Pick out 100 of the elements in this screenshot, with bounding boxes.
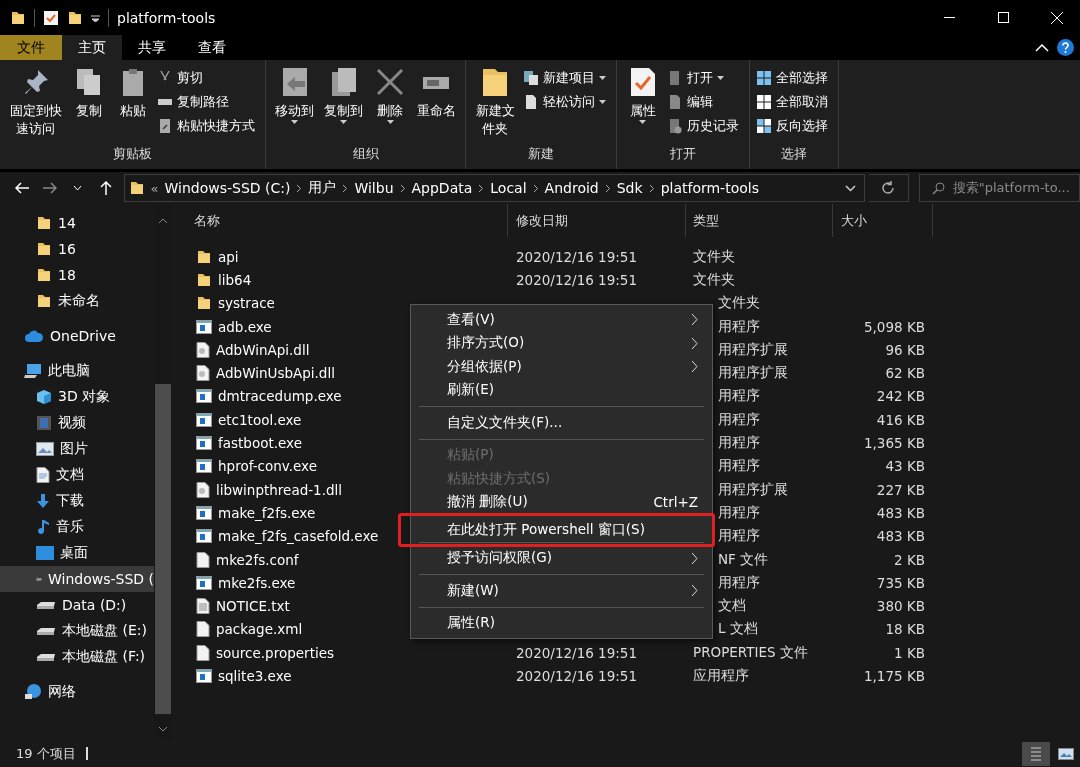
search-field[interactable]: 搜索"platform-to... xyxy=(918,174,1080,202)
menu-item[interactable]: 刷新(E) xyxy=(411,378,712,402)
menu-item[interactable]: 授予访问权限(G) xyxy=(411,546,712,570)
file-name[interactable]: AdbWinUsbApi.dll xyxy=(216,365,335,382)
chevron-right-icon[interactable] xyxy=(648,183,655,193)
column-header[interactable]: 类型 xyxy=(686,204,833,237)
ribbon-button[interactable]: 删除 xyxy=(370,64,411,145)
file-name[interactable]: mke2fs.conf xyxy=(216,551,299,568)
nav-item[interactable]: Data (D:) xyxy=(0,592,154,618)
dropdown-chevron-icon[interactable] xyxy=(844,184,856,192)
chevron-right-icon[interactable] xyxy=(399,183,406,193)
ribbon-button[interactable]: 全部选择 xyxy=(755,66,832,89)
file-name[interactable]: dmtracedump.exe xyxy=(218,388,342,405)
nav-item[interactable]: 3D 对象 xyxy=(0,384,154,410)
ribbon-button[interactable]: 新建文件夹 xyxy=(472,64,519,145)
ribbon-button[interactable]: 粘贴快捷方式 xyxy=(157,114,260,137)
nav-item[interactable]: 网络 xyxy=(0,679,154,705)
file-name[interactable]: make_f2fs_casefold.exe xyxy=(218,528,379,545)
file-name[interactable]: NOTICE.txt xyxy=(216,598,290,615)
file-name[interactable]: source.properties xyxy=(216,644,334,661)
menu-item[interactable]: 排序方式(O) xyxy=(411,331,712,355)
nav-item[interactable]: 下载 xyxy=(0,488,154,514)
details-view-button[interactable] xyxy=(1022,741,1050,766)
address-bar[interactable]: « Windows-SSD (C:) 用户 Wilbu AppData Local Android Sdk platform-tools xyxy=(123,174,865,202)
file-name[interactable]: adb.exe xyxy=(218,318,272,335)
menu-item[interactable]: 属性(R) xyxy=(411,611,712,635)
file-name[interactable]: hprof-conv.exe xyxy=(218,458,317,475)
chevron-right-icon[interactable] xyxy=(296,183,303,193)
nav-item[interactable]: 16 xyxy=(0,236,154,262)
breadcrumb[interactable]: Android xyxy=(544,180,599,196)
file-name[interactable]: etc1tool.exe xyxy=(218,411,302,428)
chevron-right-icon[interactable] xyxy=(478,183,485,193)
ribbon-button[interactable]: 复制到 xyxy=(321,64,367,145)
ribbon-button[interactable]: 新建项目 xyxy=(522,66,610,89)
nav-item[interactable]: 18 xyxy=(0,262,154,288)
collapse-ribbon-icon[interactable] xyxy=(1035,43,1049,52)
ribbon-button[interactable]: 属性 xyxy=(622,64,663,145)
refresh-button[interactable] xyxy=(868,174,909,202)
nav-item[interactable]: 本地磁盘 (F:) xyxy=(0,644,154,670)
ribbon-button[interactable]: 固定到快速访问 xyxy=(6,64,66,145)
menu-item[interactable]: 在此处打开 Powershell 窗口(S) xyxy=(401,518,712,542)
ribbon-button[interactable]: 剪切 xyxy=(157,66,260,89)
ribbon-button[interactable]: 编辑 xyxy=(666,90,743,113)
help-icon[interactable] xyxy=(1057,39,1074,56)
nav-item[interactable]: 音乐 xyxy=(0,514,154,540)
chevron-right-icon[interactable] xyxy=(532,183,539,193)
chevron-right-icon[interactable] xyxy=(604,183,611,193)
nav-item[interactable]: 桌面 xyxy=(0,540,154,566)
ribbon-button[interactable]: 轻松访问 xyxy=(522,90,610,113)
file-name[interactable]: fastboot.exe xyxy=(218,435,302,451)
nav-item[interactable]: 文档 xyxy=(0,462,154,488)
file-name[interactable]: systrace xyxy=(218,295,275,312)
file-name[interactable]: package.xml xyxy=(216,621,303,638)
ribbon-button[interactable]: 重命名 xyxy=(414,64,460,145)
ribbon-button[interactable]: 打开 xyxy=(666,66,743,89)
ribbon-tab[interactable]: 共享 xyxy=(122,35,182,60)
nav-item[interactable]: 本地磁盘 (E:) xyxy=(0,618,154,644)
breadcrumb[interactable]: Local xyxy=(490,180,527,196)
nav-item[interactable]: 未命名 xyxy=(0,288,154,314)
column-header[interactable]: 名称 xyxy=(172,204,508,237)
column-header[interactable]: 大小 xyxy=(833,204,933,237)
ribbon-button[interactable]: 移动到 xyxy=(272,64,318,145)
breadcrumb[interactable]: Sdk xyxy=(616,180,643,196)
ribbon-button[interactable]: 反向选择 xyxy=(755,114,832,137)
nav-item[interactable]: Windows-SSD ( xyxy=(0,566,154,592)
overflow-chevron[interactable]: « xyxy=(150,180,159,196)
file-name[interactable]: lib64 xyxy=(218,271,252,288)
file-name[interactable]: make_f2fs.exe xyxy=(218,504,316,521)
file-name[interactable]: sqlite3.exe xyxy=(218,668,292,684)
breadcrumb[interactable]: 用户 xyxy=(308,179,337,197)
nav-item[interactable]: 14 xyxy=(0,210,154,236)
ribbon-tab[interactable]: 查看 xyxy=(182,35,242,60)
nav-item[interactable]: OneDrive xyxy=(0,323,154,349)
file-name[interactable]: api xyxy=(218,248,239,265)
breadcrumb[interactable]: platform-tools xyxy=(660,180,759,196)
nav-item[interactable]: 此电脑 xyxy=(0,358,154,384)
ribbon-button[interactable]: 粘贴 xyxy=(113,64,154,145)
menu-item[interactable]: 自定义文件夹(F)... xyxy=(411,411,712,435)
menu-item[interactable]: 撤消 删除(U) Ctrl+Z xyxy=(411,490,712,514)
menu-item[interactable]: 分组依据(P) xyxy=(411,355,712,379)
scrollbar-thumb[interactable] xyxy=(155,384,171,714)
properties-icon[interactable] xyxy=(43,9,59,26)
breadcrumb[interactable]: AppData xyxy=(411,180,473,196)
breadcrumb[interactable]: Wilbu xyxy=(354,180,394,196)
chevron-right-icon[interactable] xyxy=(342,183,349,193)
file-name[interactable]: mke2fs.exe xyxy=(218,574,296,591)
ribbon-button[interactable]: 历史记录 xyxy=(666,114,743,137)
file-name[interactable]: libwinpthread-1.dll xyxy=(216,481,343,498)
file-name[interactable]: AdbWinApi.dll xyxy=(216,341,310,358)
nav-item[interactable]: 图片 xyxy=(0,436,154,462)
scroll-up-icon[interactable] xyxy=(158,218,168,224)
nav-item[interactable]: 视频 xyxy=(0,410,154,436)
ribbon-button[interactable]: 全部取消 xyxy=(755,90,832,113)
ribbon-button[interactable]: 复制路径 xyxy=(157,90,260,113)
ribbon-tab[interactable]: 主页 xyxy=(62,35,122,60)
ribbon-tab[interactable]: 文件 xyxy=(0,35,62,60)
dropdown-caret-icon[interactable] xyxy=(91,13,100,22)
breadcrumb[interactable]: Windows-SSD (C:) xyxy=(164,180,291,196)
ribbon-button[interactable]: 复制 xyxy=(69,64,110,145)
menu-item[interactable]: 新建(W) xyxy=(411,579,712,603)
